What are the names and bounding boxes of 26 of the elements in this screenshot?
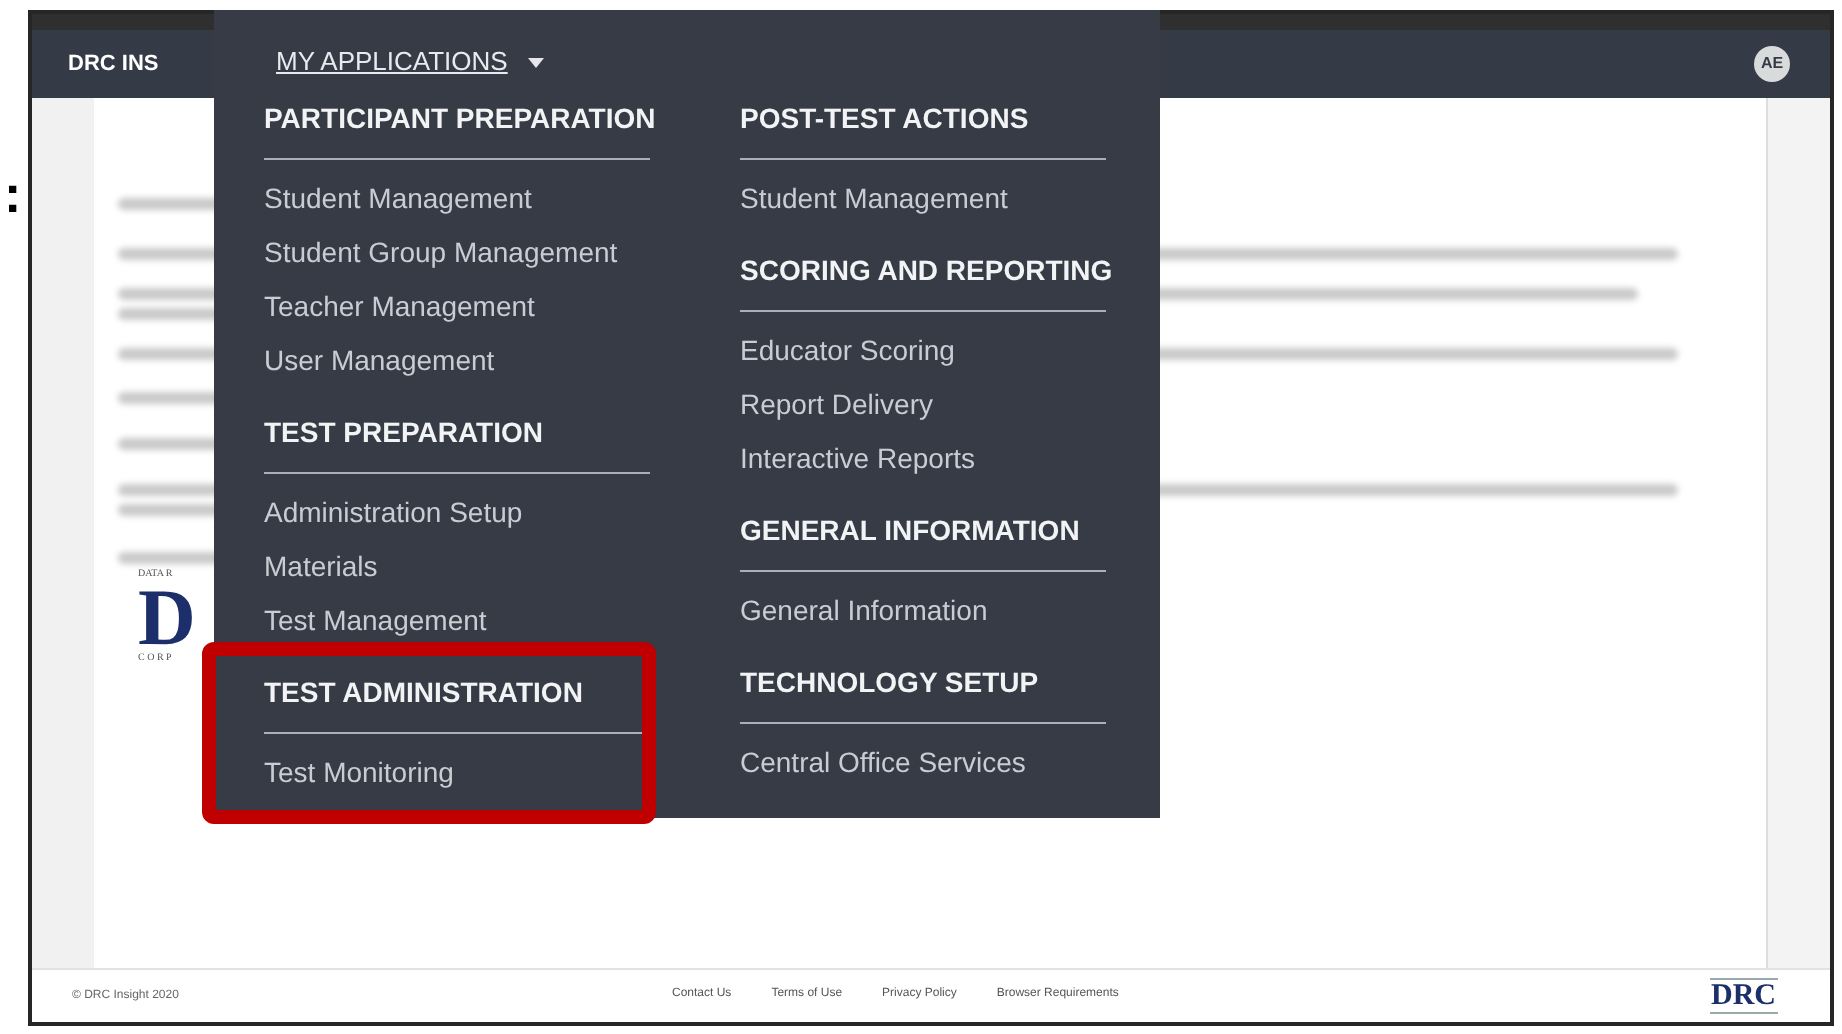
menu-item[interactable]: Test Monitoring — [264, 746, 454, 800]
menu-item[interactable]: Teacher Management — [264, 280, 535, 334]
menu-item[interactable]: Interactive Reports — [740, 432, 975, 486]
menu-item[interactable]: Central Office Services — [740, 736, 1026, 790]
section-heading: GENERAL INFORMATION — [740, 510, 1106, 572]
menu-item[interactable]: Test Management — [264, 594, 487, 648]
menu-item[interactable]: Student Group Management — [264, 226, 618, 280]
menu-item[interactable]: Administration Setup — [264, 486, 523, 540]
menu-item[interactable]: General Information — [740, 584, 988, 638]
side-mark: : — [4, 168, 22, 220]
menu-item[interactable]: Student Management — [740, 172, 1008, 226]
menu-item[interactable]: Educator Scoring — [740, 324, 955, 378]
company-logo-letter: D — [138, 582, 196, 654]
section-heading: PARTICIPANT PREPARATION — [264, 98, 650, 160]
menu-item[interactable]: Materials — [264, 540, 378, 594]
caret-icon — [527, 57, 544, 67]
footer-logo: DRC — [1709, 978, 1778, 1014]
app-logo[interactable]: DRC INS — [68, 50, 159, 78]
my-applications-menu[interactable]: MY APPLICATIONS — [276, 46, 508, 78]
menu-item[interactable]: User Management — [264, 334, 495, 388]
menu-item[interactable]: Report Delivery — [740, 378, 933, 432]
section-heading: TECHNOLOGY SETUP — [740, 662, 1106, 724]
section-heading: TEST PREPARATION — [264, 412, 650, 474]
section-heading: SCORING AND REPORTING — [740, 250, 1106, 312]
menu-item[interactable]: Student Management — [264, 172, 532, 226]
section-heading: POST-TEST ACTIONS — [740, 98, 1106, 160]
